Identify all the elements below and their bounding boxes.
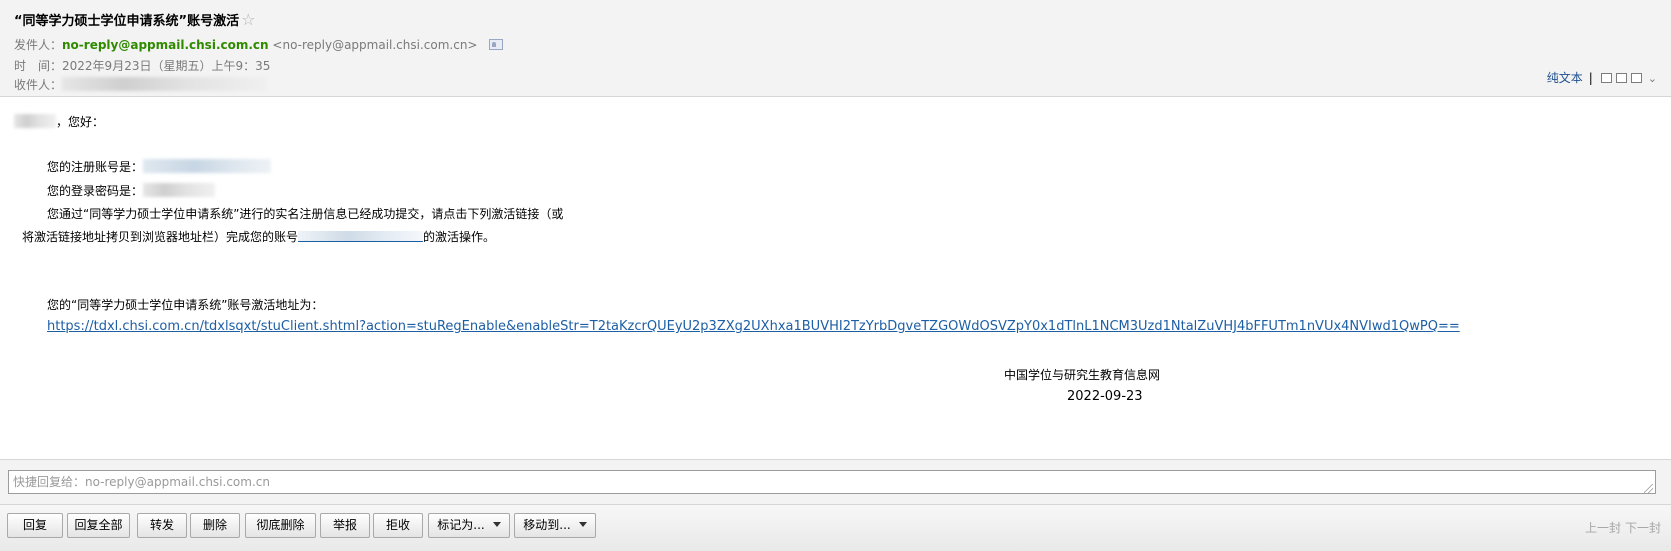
instruction-paragraph-cont: 将激活链接地址拷贝到浏览器地址栏）完成您的账号 的激活操作。: [22, 228, 495, 245]
reply-all-button[interactable]: 回复全部: [67, 513, 130, 538]
plain-text-link[interactable]: 纯文本: [1547, 71, 1583, 85]
mail-body: ，您好： 您的注册账号是： 您的登录密码是： 您通过“同等学力硕士学位申请系统”…: [0, 97, 1671, 432]
to-label: 收件人：: [14, 78, 63, 92]
recipient-name-redacted: [14, 114, 56, 128]
recipient-redacted: [62, 77, 268, 91]
report-button[interactable]: 举报: [320, 513, 370, 538]
from-row: 发件人：no-reply@appmail.chsi.com.cn <no-rep…: [14, 36, 504, 53]
account-link-redacted[interactable]: [298, 231, 424, 242]
account-label: 您的注册账号是：: [47, 160, 144, 174]
activation-address-label: 您的“同等学力硕士学位申请系统”账号激活地址为：: [47, 298, 324, 312]
greeting: ，您好：: [14, 113, 104, 130]
account-redacted: [143, 159, 272, 173]
reply-button[interactable]: 回复: [7, 513, 63, 538]
save-icon[interactable]: [1615, 73, 1627, 83]
contact-card-icon[interactable]: [489, 39, 504, 50]
prev-mail-link[interactable]: 上一封: [1585, 521, 1621, 535]
mail-subject: “同等学力硕士学位申请系统”账号激活 ☆: [14, 10, 255, 29]
mark-as-dropdown[interactable]: 标记为...: [428, 513, 510, 538]
next-mail-link[interactable]: 下一封: [1625, 521, 1661, 535]
activation-link[interactable]: https://tdxl.chsi.com.cn/tdxlsqxt/stuCli…: [47, 319, 1460, 334]
greeting-suffix: ，您好：: [56, 115, 105, 129]
caret-down-icon: [578, 522, 587, 527]
move-to-label: 移动到...: [523, 518, 571, 532]
caret-down-icon: [492, 522, 501, 527]
password-redacted: [143, 183, 216, 197]
password-line: 您的登录密码是：: [47, 182, 216, 199]
para2-prefix: 将激活链接地址拷贝到浏览器地址栏）完成您的账号: [22, 230, 299, 244]
new-window-icon[interactable]: [1600, 73, 1612, 83]
forward-button[interactable]: 转发: [137, 513, 187, 538]
quick-reply-input[interactable]: [8, 470, 1656, 494]
chevron-down-icon[interactable]: ⌄: [1648, 72, 1657, 85]
signature-org: 中国学位与研究生教育信息网: [1004, 368, 1161, 382]
mark-as-label: 标记为...: [437, 518, 485, 532]
time-value: 2022年9月23日（星期五）上午9：35: [62, 59, 271, 73]
action-toolbar: 回复 回复全部 转发 删除 彻底删除 举报 拒收 标记为... 移动到... 上…: [0, 504, 1671, 551]
instruction-paragraph: 您通过“同等学力硕士学位申请系统”进行的实名注册信息已经成功提交，请点击下列激活…: [47, 207, 564, 221]
star-icon[interactable]: ☆: [241, 10, 255, 29]
account-line: 您的注册账号是：: [47, 158, 272, 175]
time-label: 时 间：: [14, 59, 63, 73]
header-tools: 纯文本 | ⌄: [1547, 69, 1657, 86]
time-row: 时 间：2022年9月23日（星期五）上午9：35: [14, 57, 270, 74]
delete-button[interactable]: 删除: [190, 513, 240, 538]
reject-button[interactable]: 拒收: [373, 513, 423, 538]
password-label: 您的登录密码是：: [47, 184, 144, 198]
permanent-delete-button[interactable]: 彻底删除: [245, 513, 316, 538]
from-label: 发件人：: [14, 38, 63, 52]
sender-name[interactable]: no-reply@appmail.chsi.com.cn: [62, 38, 269, 52]
signature-date: 2022-09-23: [1067, 389, 1143, 404]
para2-suffix: 的激活操作。: [423, 230, 496, 244]
sender-address: <no-reply@appmail.chsi.com.cn>: [272, 38, 478, 52]
mail-pager: 上一封 下一封: [1581, 519, 1661, 536]
print-icon[interactable]: [1630, 73, 1642, 83]
to-row: 收件人：: [14, 76, 268, 93]
move-to-dropdown[interactable]: 移动到...: [514, 513, 596, 538]
quick-reply-area: [0, 459, 1671, 504]
subject-text: “同等学力硕士学位申请系统”账号激活: [14, 14, 240, 29]
tools-separator: |: [1588, 71, 1593, 85]
mail-header: “同等学力硕士学位申请系统”账号激活 ☆ 发件人：no-reply@appmail…: [0, 0, 1671, 97]
resize-grip-icon[interactable]: [1644, 484, 1653, 493]
